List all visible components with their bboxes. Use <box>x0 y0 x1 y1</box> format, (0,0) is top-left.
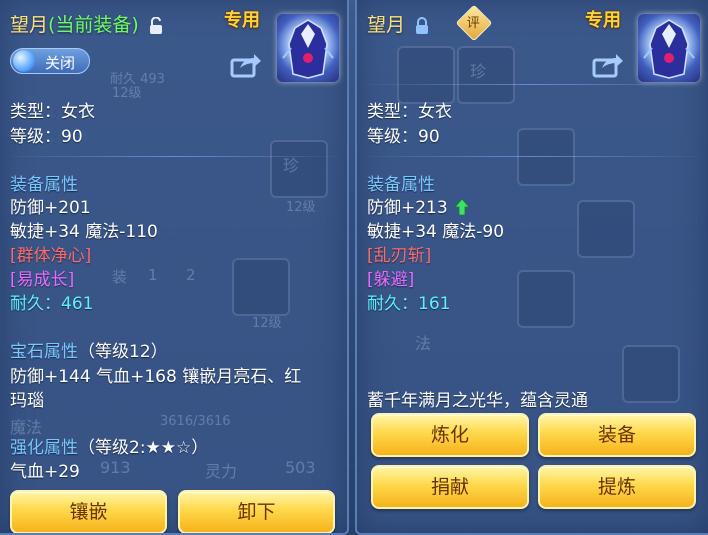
item-name: 望月 <box>367 14 406 36</box>
share-icon[interactable] <box>592 52 624 78</box>
durability: 耐久：461 <box>10 289 93 314</box>
stat-agility-magic: 敏捷+34 魔法-110 <box>10 222 158 242</box>
ghost-text: 灵力 <box>205 462 238 481</box>
ghost-slot <box>622 345 680 403</box>
ghost-slot <box>232 258 290 316</box>
ghost-text: 珍 <box>470 62 487 81</box>
durability-value: 461 <box>61 294 94 314</box>
ghost-text: 装 <box>112 268 128 286</box>
enhance-level: （等级2:★★☆） <box>78 438 209 458</box>
unlocked-padlock-icon[interactable] <box>149 16 163 35</box>
durability: 耐久：161 <box>367 289 450 314</box>
exclusive-badge: 专用 <box>585 10 621 31</box>
armor-item-icon[interactable] <box>638 14 700 82</box>
equip-attr-heading: 装备属性 <box>367 175 435 195</box>
divider <box>0 156 347 157</box>
gem-stats: 防御+144 气血+168 镶嵌月亮石、红 <box>10 367 302 387</box>
ghost-slot <box>517 128 575 186</box>
item-description: 蓄千年满月之光华，蕴含灵通 <box>367 391 588 411</box>
inlay-button[interactable]: 镶嵌 <box>10 490 167 533</box>
ghost-text: 1 <box>148 266 158 284</box>
enhance-stat: 气血+29 <box>10 462 80 482</box>
divider <box>357 156 708 157</box>
ghost-text: 12级 <box>252 316 282 331</box>
gem-level: （等级12） <box>78 342 168 362</box>
ghost-slot <box>577 200 635 258</box>
enhance-attr-heading: 强化属性（等级2:★★☆） <box>10 433 208 458</box>
ghost-text: 3616/3616 <box>160 414 231 429</box>
special-effect: [易成长] <box>10 270 75 290</box>
durability-value: 161 <box>418 294 451 314</box>
equip-attr-heading: 装备属性 <box>10 175 78 195</box>
durability-label: 耐久： <box>10 294 61 314</box>
rating-badge[interactable]: 评 <box>455 4 493 42</box>
increase-arrow-icon <box>455 199 470 215</box>
ghost-text: 12级 <box>112 86 142 101</box>
item-name: 望月 <box>10 14 49 36</box>
item-title: 望月 <box>367 10 429 37</box>
exclusive-badge: 专用 <box>224 10 260 31</box>
equipped-tag: (当前装备) <box>48 14 139 36</box>
refine-button[interactable]: 炼化 <box>371 413 529 457</box>
donate-button[interactable]: 捐献 <box>371 465 529 509</box>
toggle-knob <box>13 50 35 72</box>
armor-item-icon[interactable] <box>277 14 339 82</box>
gem-attr-heading: 宝石属性（等级12） <box>10 337 168 362</box>
rating-badge-label: 评 <box>466 16 480 32</box>
equipped-item-tooltip: 耐久 493 12级 珍 12级 12级 3616/3616 魔法 灵力 503… <box>0 0 349 535</box>
stat-defense: 防御+201 <box>10 198 91 218</box>
special-skill: [群体净心] <box>10 246 92 266</box>
ghost-text: 913 <box>100 458 131 477</box>
equip-button[interactable]: 装备 <box>538 413 696 457</box>
item-type: 类型：女衣 <box>10 102 95 122</box>
enhance-title: 强化属性 <box>10 438 78 458</box>
ghost-text: 2 <box>186 266 196 284</box>
divider <box>357 84 708 85</box>
stat-agility-magic: 敏捷+34 魔法-90 <box>367 222 505 242</box>
item-title: 望月(当前装备) <box>10 10 163 37</box>
ghost-text: 法 <box>415 334 432 353</box>
compare-item-tooltip: 珍 法 望月 评 专用 类型：女衣 等级：90 装备属性 防御+213 敏捷+3… <box>355 0 708 535</box>
ghost-text: 503 <box>285 458 316 477</box>
padlock-icon[interactable] <box>415 16 429 35</box>
toggle-label: 关闭 <box>45 54 76 72</box>
unequip-button[interactable]: 卸下 <box>178 490 335 533</box>
toggle-switch[interactable]: 关闭 <box>10 48 90 74</box>
game-screen: 耐久 493 12级 珍 12级 12级 3616/3616 魔法 灵力 503… <box>0 0 708 535</box>
item-level: 等级：90 <box>367 127 440 147</box>
share-icon[interactable] <box>230 52 262 78</box>
special-skill: [乱刃斩] <box>367 246 432 266</box>
stat-defense: 防御+213 <box>367 198 448 218</box>
extract-button[interactable]: 提炼 <box>538 465 696 509</box>
ghost-slot <box>517 270 575 328</box>
special-effect: [躲避] <box>367 270 415 290</box>
stat-defense-row: 防御+213 <box>367 193 470 218</box>
gem-attr-title: 宝石属性 <box>10 342 78 362</box>
ghost-slot <box>397 46 455 104</box>
item-type: 类型：女衣 <box>367 102 452 122</box>
durability-label: 耐久： <box>367 294 418 314</box>
ghost-text: 12级 <box>286 200 316 215</box>
item-level: 等级：90 <box>10 127 83 147</box>
gem-stats-cont: 玛瑙 <box>10 391 44 411</box>
